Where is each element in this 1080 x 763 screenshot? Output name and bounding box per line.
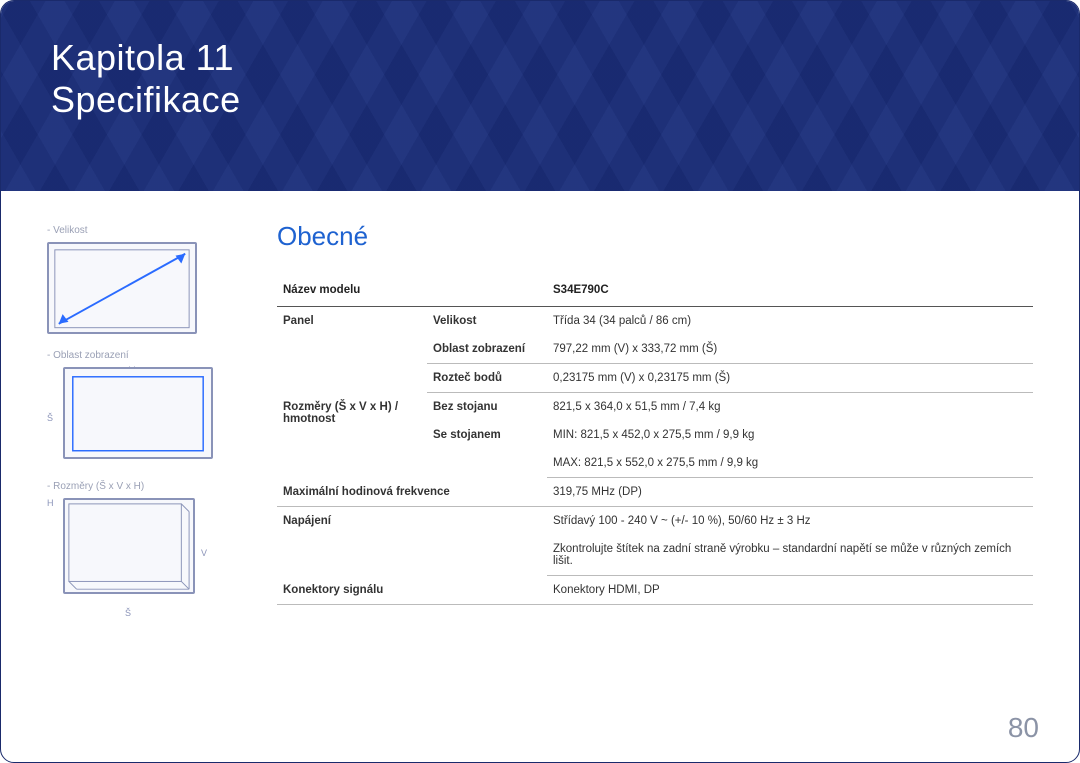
with-stand-value-max: MAX: 821,5 x 552,0 x 275,5 mm / 9,9 kg	[547, 449, 1033, 478]
page-number: 80	[1008, 712, 1039, 744]
display-area-icon	[65, 369, 211, 459]
page: Kapitola 11 Specifikace Velikost Oblast …	[0, 0, 1080, 763]
table-row: Rozměry (Š x V x H) / hmotnost Bez stoja…	[277, 393, 1033, 422]
page-body: Velikost Oblast zobrazení V Š	[1, 191, 1079, 618]
chapter-title: Specifikace	[51, 79, 1029, 121]
main-content: Obecné Název modelu S34E790C Panel Velik…	[237, 221, 1033, 618]
power-label: Napájení	[277, 507, 547, 576]
diagram-dimensions	[63, 498, 195, 594]
dim-label-s-left: Š	[47, 413, 53, 423]
table-header-row: Název modelu S34E790C	[277, 274, 1033, 307]
pixel-pitch-label: Rozteč bodů	[427, 364, 547, 393]
side-label-dimensions: Rozměry (Š x V x H)	[47, 481, 237, 492]
dimensions-icon	[65, 500, 193, 593]
diagram-dimensions-wrap: H V Š	[47, 498, 217, 618]
side-label-size: Velikost	[47, 225, 237, 236]
display-area-value: 797,22 mm (V) x 333,72 mm (Š)	[547, 335, 1033, 364]
side-label-display-area: Oblast zobrazení	[47, 350, 237, 361]
max-clock-label: Maximální hodinová frekvence	[277, 478, 547, 507]
power-value-1: Střídavý 100 - 240 V ~ (+/- 10 %), 50/60…	[547, 507, 1033, 536]
panel-label: Panel	[277, 307, 427, 393]
table-row: Konektory signálu Konektory HDMI, DP	[277, 576, 1033, 605]
table-row: Napájení Střídavý 100 - 240 V ~ (+/- 10 …	[277, 507, 1033, 536]
without-stand-value: 821,5 x 364,0 x 51,5 mm / 7,4 kg	[547, 393, 1033, 422]
spec-table: Název modelu S34E790C Panel Velikost Tří…	[277, 274, 1033, 605]
dim-label-h: H	[47, 498, 54, 508]
table-row: Maximální hodinová frekvence 319,75 MHz …	[277, 478, 1033, 507]
diagram-display-area-wrap: V Š	[47, 367, 217, 477]
panel-size-label: Velikost	[427, 307, 547, 336]
diagram-size	[47, 242, 197, 334]
dim-label-v-side: V	[201, 548, 207, 558]
pixel-pitch-value: 0,23175 mm (V) x 0,23175 mm (Š)	[547, 364, 1033, 393]
display-area-label: Oblast zobrazení	[427, 335, 547, 364]
chapter-hero: Kapitola 11 Specifikace	[1, 1, 1079, 191]
dimensions-label: Rozměry (Š x V x H) / hmotnost	[277, 393, 427, 478]
panel-size-value: Třída 34 (34 palců / 86 cm)	[547, 307, 1033, 336]
model-name-label: Název modelu	[277, 274, 547, 307]
diagonal-arrow-icon	[49, 244, 195, 334]
signal-label: Konektory signálu	[277, 576, 547, 605]
without-stand-label: Bez stojanu	[427, 393, 547, 422]
max-clock-value: 319,75 MHz (DP)	[547, 478, 1033, 507]
with-stand-label: Se stojanem	[427, 421, 547, 478]
side-diagrams: Velikost Oblast zobrazení V Š	[47, 221, 237, 618]
power-value-2: Zkontrolujte štítek na zadní straně výro…	[547, 535, 1033, 576]
signal-value: Konektory HDMI, DP	[547, 576, 1033, 605]
table-row: Panel Velikost Třída 34 (34 palců / 86 c…	[277, 307, 1033, 336]
chapter-label: Kapitola 11	[51, 37, 1029, 79]
model-name-value: S34E790C	[547, 274, 1033, 307]
with-stand-value-min: MIN: 821,5 x 452,0 x 275,5 mm / 9,9 kg	[547, 421, 1033, 449]
dim-label-s-bottom: Š	[125, 608, 131, 618]
section-title: Obecné	[277, 221, 1033, 252]
diagram-display-area	[63, 367, 213, 459]
